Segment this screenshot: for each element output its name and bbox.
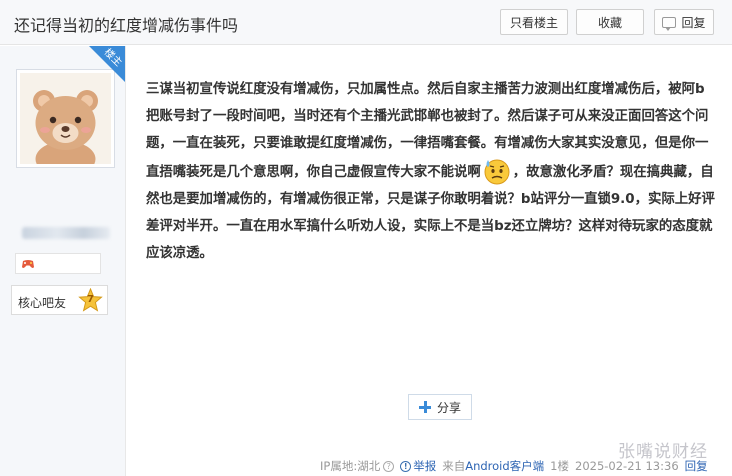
thread-starter-badge: 楼主: [89, 46, 125, 82]
post-footer: IP属地:湖北 ? ! 举报 来自 Android客户端 1楼 2025-02-…: [320, 458, 708, 474]
author-sidebar: 楼主 核心吧友 7: [0, 46, 126, 476]
help-icon[interactable]: ?: [383, 460, 395, 472]
footer-reply-link[interactable]: 回复: [685, 458, 708, 474]
sweat-emoji-icon: [484, 159, 510, 185]
level-number: 7: [87, 294, 94, 305]
bear-avatar-image: [20, 73, 111, 164]
thread-header: 还记得当初的红度增减伤事件吗 只看楼主 收藏 回复: [0, 0, 732, 45]
gamepad-icon: [22, 260, 34, 268]
reply-button[interactable]: 回复: [654, 9, 714, 35]
client-prefix: 来自: [442, 459, 466, 473]
client-link[interactable]: Android客户端: [465, 458, 544, 474]
post-timestamp: 2025-02-21 13:36: [575, 459, 679, 473]
username-blurred[interactable]: [22, 227, 110, 239]
reply-icon: [662, 16, 677, 31]
post-content: 三谋当初宣传说红度没有增减伤，只加属性点。然后自家主播苦力波测出红度增减伤后，被…: [146, 76, 716, 267]
level-star-icon: 7: [78, 287, 103, 313]
report-icon[interactable]: !: [400, 460, 412, 472]
plus-icon: [418, 401, 431, 413]
ip-location: IP属地:湖北: [320, 459, 381, 473]
favorite-button[interactable]: 收藏: [576, 9, 644, 35]
thread-title: 还记得当初的红度增减伤事件吗: [14, 16, 239, 35]
share-button[interactable]: 分享: [408, 394, 472, 420]
report-link[interactable]: 举报: [413, 458, 436, 474]
share-label: 分享: [436, 400, 461, 415]
avatar[interactable]: [16, 69, 115, 168]
reply-button-label: 回复: [681, 15, 706, 30]
medal-box[interactable]: [15, 253, 101, 274]
bar-member-title: 核心吧友: [18, 296, 67, 310]
only-author-button[interactable]: 只看楼主: [500, 9, 568, 35]
floor-number: 1楼: [550, 459, 569, 473]
bar-level-badge[interactable]: 核心吧友 7: [11, 285, 108, 315]
